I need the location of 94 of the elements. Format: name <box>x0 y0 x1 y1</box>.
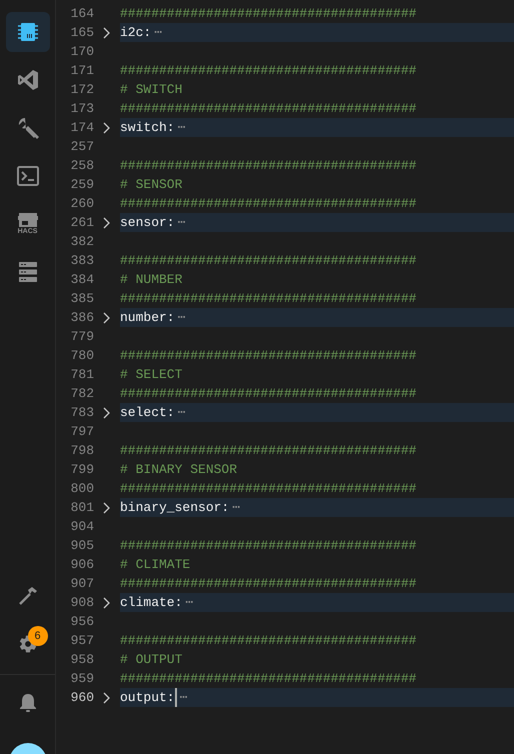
fold-ellipsis[interactable]: ⋯ <box>178 308 186 327</box>
line-number: 908 <box>70 594 94 612</box>
hammer-icon <box>18 586 38 606</box>
code-comment: ###################################### <box>120 290 416 308</box>
line-number: 384 <box>70 271 94 289</box>
line-number: 959 <box>70 670 94 688</box>
line-number: 799 <box>70 461 94 479</box>
line-number: 174 <box>70 119 94 137</box>
chevron-icon[interactable] <box>103 122 111 134</box>
code-comment: ###################################### <box>120 537 416 555</box>
fold-ellipsis[interactable]: ⋯ <box>178 118 186 137</box>
line-number: 906 <box>70 556 94 574</box>
line-number: 261 <box>70 214 94 232</box>
yaml-key: binary_sensor: <box>120 498 230 517</box>
line-number: 165 <box>70 24 94 42</box>
code-comment: ###################################### <box>120 670 416 688</box>
line-number: 798 <box>70 442 94 460</box>
yaml-key: sensor: <box>120 213 175 232</box>
yaml-key: switch: <box>120 118 175 137</box>
line-number: 258 <box>70 157 94 175</box>
code-comment: ###################################### <box>120 252 416 270</box>
line-number: 173 <box>70 100 94 118</box>
sidebar-item[interactable] <box>6 12 50 52</box>
line-number: 385 <box>70 290 94 308</box>
line-number: 904 <box>70 518 94 536</box>
line-number: 797 <box>70 423 94 441</box>
line-number: 172 <box>70 81 94 99</box>
line-number: 960 <box>70 689 94 707</box>
fold-ellipsis[interactable]: ⋯ <box>185 593 194 612</box>
code-comment: ###################################### <box>120 157 416 175</box>
wrench-icon <box>16 117 38 139</box>
line-number: 905 <box>70 537 94 555</box>
line-number: 783 <box>70 404 94 422</box>
line-number: 780 <box>70 347 94 365</box>
yaml-key: number: <box>120 308 175 327</box>
fold-ellipsis[interactable]: ⋯ <box>180 688 188 707</box>
line-number: 801 <box>70 499 94 517</box>
line-number: 781 <box>70 366 94 384</box>
code-comment: # OUTPUT <box>120 651 182 669</box>
terminal-icon <box>16 166 38 186</box>
code-comment: # SWITCH <box>120 81 182 99</box>
code-comment: # SENSOR <box>120 176 182 194</box>
line-number: 257 <box>70 138 94 156</box>
yaml-key: i2c: <box>120 23 152 42</box>
line-number: 260 <box>70 195 94 213</box>
code-comment: ###################################### <box>120 480 416 498</box>
code-comment: # BINARY SENSOR <box>120 461 238 479</box>
chevron-icon[interactable] <box>103 26 111 38</box>
code-comment: # CLIMATE <box>120 556 190 574</box>
chevron-icon[interactable] <box>103 216 111 228</box>
code-comment: ###################################### <box>120 632 416 650</box>
fold-ellipsis[interactable]: ⋯ <box>178 213 186 232</box>
line-number: 957 <box>70 632 94 650</box>
chevron-icon[interactable] <box>103 312 111 324</box>
bell-icon <box>18 693 36 713</box>
line-number: 259 <box>70 176 94 194</box>
line-number: 170 <box>70 43 94 61</box>
code-editor-icon <box>16 69 38 91</box>
code-comment: ###################################### <box>120 347 416 365</box>
fold-ellipsis[interactable]: ⋯ <box>178 403 186 422</box>
chevron-icon[interactable] <box>103 692 111 704</box>
code-comment: ###################################### <box>120 442 416 460</box>
line-number: 171 <box>70 62 94 80</box>
line-number: 386 <box>70 309 94 327</box>
fold-ellipsis[interactable]: ⋯ <box>154 23 162 42</box>
line-number: 782 <box>70 385 94 403</box>
yaml-key: output: <box>120 688 175 707</box>
chip-icon <box>18 21 38 43</box>
yaml-key: select: <box>120 403 175 422</box>
code-comment: ###################################### <box>120 195 416 213</box>
yaml-key: climate: <box>120 593 182 612</box>
chevron-icon[interactable] <box>103 406 111 418</box>
line-number: 164 <box>70 5 94 23</box>
chevron-icon[interactable] <box>103 502 111 514</box>
line-number: 383 <box>70 252 94 270</box>
text-cursor <box>174 688 177 707</box>
fold-ellipsis[interactable]: ⋯ <box>232 498 240 517</box>
code-comment: ###################################### <box>120 100 416 118</box>
notification-badge: 6 <box>28 626 48 646</box>
server-icon <box>18 261 38 283</box>
code-comment: ###################################### <box>120 62 416 80</box>
chevron-icon[interactable] <box>103 596 111 608</box>
code-comment: ###################################### <box>120 575 416 593</box>
line-number: 956 <box>70 613 94 631</box>
code-comment: # NUMBER <box>120 271 182 289</box>
line-number: 907 <box>70 575 94 593</box>
line-number: 779 <box>70 328 94 346</box>
line-number: 382 <box>70 233 94 251</box>
code-comment: ###################################### <box>120 5 416 23</box>
code-comment: # SELECT <box>120 366 182 384</box>
code-comment: ###################################### <box>120 385 416 403</box>
sidebar-item[interactable]: 6 <box>6 624 50 664</box>
line-number: 800 <box>70 480 94 498</box>
line-number: 958 <box>70 651 94 669</box>
